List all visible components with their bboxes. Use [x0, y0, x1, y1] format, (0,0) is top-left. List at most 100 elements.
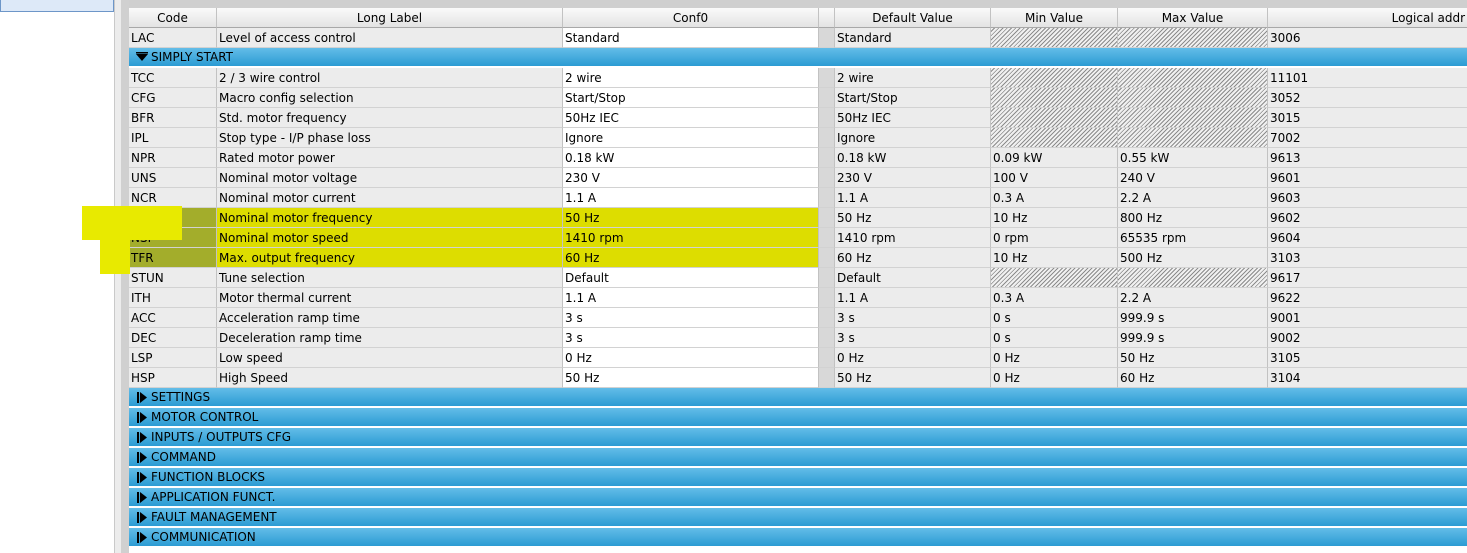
cell-max: [1118, 88, 1268, 108]
expand-arrow-icon[interactable]: [135, 388, 149, 407]
group-label: INPUTS / OUTPUTS CFG: [151, 430, 292, 444]
cell-conf0[interactable]: Ignore: [563, 128, 819, 148]
group-header-collapsed[interactable]: SETTINGS: [129, 388, 1467, 407]
cell-max: 0.55 kW: [1118, 148, 1268, 168]
yellow-highlight-mark: [82, 206, 182, 240]
cell-default: 3 s: [835, 328, 991, 348]
cell-code: ITH: [129, 288, 217, 308]
cell-min: [991, 68, 1118, 88]
cell-addr: 9601: [1268, 168, 1467, 188]
cell-min: 0.3 A: [991, 288, 1118, 308]
expand-arrow-icon[interactable]: [135, 448, 149, 467]
cell-code: HSP: [129, 368, 217, 388]
cell-addr: 7002: [1268, 128, 1467, 148]
cell-conf0[interactable]: 50 Hz: [563, 368, 819, 388]
cell-max: [1118, 108, 1268, 128]
cell-label: Nominal motor current: [217, 188, 563, 208]
triangle-down-icon[interactable]: [135, 48, 149, 67]
cell-addr: 3104: [1268, 368, 1467, 388]
cell-conf0[interactable]: 50 Hz: [563, 208, 819, 228]
expand-arrow-icon[interactable]: [135, 488, 149, 507]
cell-addr: 3105: [1268, 348, 1467, 368]
cell-code: LAC: [129, 28, 217, 48]
cell-conf0[interactable]: Start/Stop: [563, 88, 819, 108]
cell-addr: 9622: [1268, 288, 1467, 308]
cell-min: 0 rpm: [991, 228, 1118, 248]
cell-default: Standard: [835, 28, 991, 48]
cell-conf0[interactable]: 3 s: [563, 308, 819, 328]
row-spacer: [819, 228, 835, 248]
expand-arrow-icon[interactable]: [135, 428, 149, 447]
expand-arrow-icon[interactable]: [135, 468, 149, 487]
cell-addr: 3006: [1268, 28, 1467, 48]
cell-min: [991, 268, 1118, 288]
grid-top-bar: [129, 0, 1467, 8]
cell-conf0[interactable]: 2 wire: [563, 68, 819, 88]
cell-code: TFR: [129, 248, 217, 268]
cell-conf0[interactable]: 0.18 kW: [563, 148, 819, 168]
tree-selected-item[interactable]: [0, 0, 114, 12]
cell-code: TCC: [129, 68, 217, 88]
cell-min: 10 Hz: [991, 208, 1118, 228]
group-header-collapsed[interactable]: COMMUNICATION: [129, 528, 1467, 547]
grid-row-gutter: [121, 0, 129, 553]
expand-arrow-icon[interactable]: [135, 528, 149, 547]
cell-default: 1.1 A: [835, 288, 991, 308]
cell-label: Deceleration ramp time: [217, 328, 563, 348]
cell-conf0[interactable]: Standard: [563, 28, 819, 48]
cell-max: 2.2 A: [1118, 188, 1268, 208]
group-header-collapsed[interactable]: MOTOR CONTROL: [129, 408, 1467, 427]
group-label: FUNCTION BLOCKS: [151, 470, 265, 484]
cell-conf0[interactable]: 1.1 A: [563, 288, 819, 308]
navigation-tree-pane[interactable]: [0, 0, 114, 553]
expand-arrow-icon[interactable]: [135, 508, 149, 527]
cell-min: [991, 88, 1118, 108]
cell-default: Start/Stop: [835, 88, 991, 108]
header-logical-address[interactable]: Logical addr: [1268, 8, 1467, 28]
group-header-collapsed[interactable]: APPLICATION FUNCT.: [129, 488, 1467, 507]
header-long-label[interactable]: Long Label: [217, 8, 563, 28]
group-label: FAULT MANAGEMENT: [151, 510, 277, 524]
header-conf0[interactable]: Conf0: [563, 8, 819, 28]
cell-min: 0 Hz: [991, 348, 1118, 368]
cell-label: High Speed: [217, 368, 563, 388]
cell-default: 1.1 A: [835, 188, 991, 208]
cell-label: 2 / 3 wire control: [217, 68, 563, 88]
group-header-collapsed[interactable]: FAULT MANAGEMENT: [129, 508, 1467, 527]
group-label: APPLICATION FUNCT.: [151, 490, 276, 504]
group-header-collapsed[interactable]: COMMAND: [129, 448, 1467, 467]
row-spacer: [819, 188, 835, 208]
cell-max: 999.9 s: [1118, 328, 1268, 348]
header-min-value[interactable]: Min Value: [991, 8, 1118, 28]
group-header-expanded[interactable]: SIMPLY START: [129, 48, 1467, 67]
cell-addr: 9613: [1268, 148, 1467, 168]
group-header-collapsed[interactable]: FUNCTION BLOCKS: [129, 468, 1467, 487]
cell-code: DEC: [129, 328, 217, 348]
cell-conf0[interactable]: 3 s: [563, 328, 819, 348]
expand-arrow-icon[interactable]: [135, 408, 149, 427]
cell-conf0[interactable]: 1.1 A: [563, 188, 819, 208]
header-code[interactable]: Code: [129, 8, 217, 28]
cell-conf0[interactable]: 1410 rpm: [563, 228, 819, 248]
row-spacer: [819, 328, 835, 348]
header-max-value[interactable]: Max Value: [1118, 8, 1268, 28]
cell-code: NCR: [129, 188, 217, 208]
cell-min: [991, 28, 1118, 48]
cell-label: Low speed: [217, 348, 563, 368]
row-spacer: [819, 168, 835, 188]
cell-conf0[interactable]: 0 Hz: [563, 348, 819, 368]
cell-label: Max. output frequency: [217, 248, 563, 268]
group-header-collapsed[interactable]: INPUTS / OUTPUTS CFG: [129, 428, 1467, 447]
cell-addr: 3052: [1268, 88, 1467, 108]
cell-conf0[interactable]: 230 V: [563, 168, 819, 188]
header-default-value[interactable]: Default Value: [835, 8, 991, 28]
cell-min: 0.09 kW: [991, 148, 1118, 168]
parameter-grid: Code Long Label Conf0 Default Value Min …: [129, 8, 1467, 553]
cell-label: Nominal motor frequency: [217, 208, 563, 228]
cell-conf0[interactable]: 50Hz IEC: [563, 108, 819, 128]
cell-conf0[interactable]: 60 Hz: [563, 248, 819, 268]
cell-label: Nominal motor voltage: [217, 168, 563, 188]
yellow-highlight-mark: [100, 238, 130, 274]
cell-conf0[interactable]: Default: [563, 268, 819, 288]
cell-max: 500 Hz: [1118, 248, 1268, 268]
